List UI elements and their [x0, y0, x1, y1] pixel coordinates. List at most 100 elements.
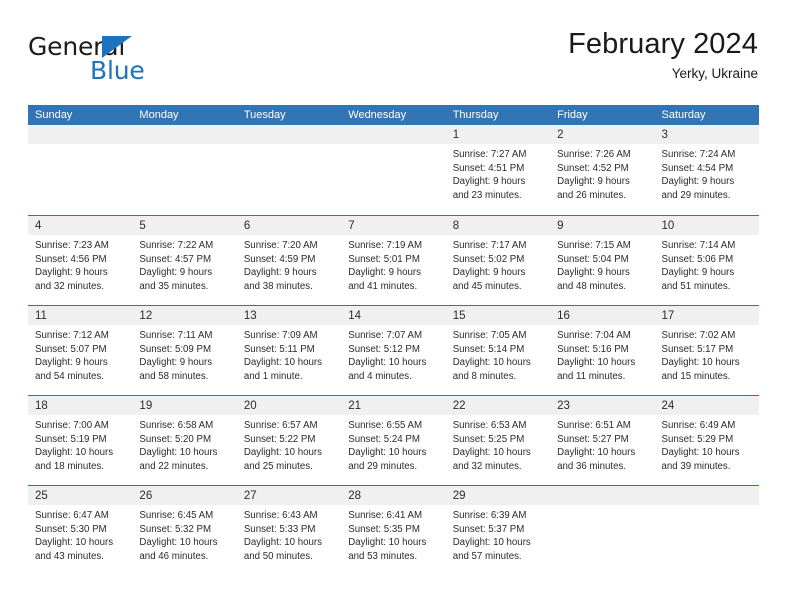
sunrise-text: Sunrise: 6:49 AM: [661, 420, 736, 431]
sunrise-text: Sunrise: 7:07 AM: [348, 330, 423, 341]
day-cell[interactable]: 13 Sunrise: 7:09 AM Sunset: 5:11 PM Dayligh…: [236, 306, 342, 395]
day-number-band: 5: [132, 216, 237, 235]
day-cell[interactable]: 21 Sunrise: 6:55 AM Sunset: 5:24 PM Dayligh…: [341, 396, 446, 485]
day-cell[interactable]: 10 Sunrise: 7:14 AM Sunset: 5:06 PM Dayligh…: [654, 216, 759, 305]
day-cell[interactable]: 2 Sunrise: 7:26 AM Sunset: 4:52 PM Daylight…: [550, 125, 655, 215]
day-cell[interactable]: 25 Sunrise: 6:47 AM Sunset: 5:30 PM Dayligh…: [28, 486, 133, 575]
day-cell[interactable]: 28 Sunrise: 6:41 AM Sunset: 5:35 PM Dayligh…: [341, 486, 446, 575]
day-cell[interactable]: 20 Sunrise: 6:57 AM Sunset: 5:22 PM Dayligh…: [236, 396, 342, 485]
daylight-text-line2: and 50 minutes.: [243, 550, 313, 562]
day-cell[interactable]: 7 Sunrise: 7:19 AM Sunset: 5:01 PM Daylight…: [341, 216, 446, 305]
sunset-text: Sunset: 4:51 PM: [452, 162, 525, 174]
day-cell[interactable]: 24 Sunrise: 6:49 AM Sunset: 5:29 PM Dayligh…: [654, 396, 759, 485]
day-number: 15: [452, 310, 466, 322]
daylight-text-line1: Daylight: 10 hours: [348, 537, 427, 549]
sunset-text: Sunset: 5:24 PM: [348, 433, 420, 445]
daylight-text-line2: and 38 minutes.: [243, 280, 313, 292]
sunrise-text: Sunrise: 6:53 AM: [452, 420, 527, 431]
day-number-band: [341, 125, 446, 144]
day-cell[interactable]: 27 Sunrise: 6:43 AM Sunset: 5:33 PM Dayligh…: [236, 486, 342, 575]
day-number-band: 15: [445, 306, 551, 325]
sunrise-text: Sunrise: 7:00 AM: [35, 420, 109, 431]
sunrise-text: Sunrise: 6:51 AM: [557, 420, 631, 431]
day-cell[interactable]: 9 Sunrise: 7:15 AM Sunset: 5:04 PM Daylight…: [550, 216, 655, 305]
day-number-band: 17: [654, 306, 759, 325]
sunset-text: Sunset: 5:12 PM: [348, 343, 420, 355]
sunrise-text: Sunrise: 6:58 AM: [139, 420, 214, 431]
day-cell[interactable]: 1 Sunrise: 7:27 AM Sunset: 4:51 PM Daylight…: [445, 125, 551, 215]
daylight-text-line2: and 32 minutes.: [452, 460, 522, 472]
day-details: Sunrise: 6:47 AM Sunset: 5:30 PM Daylight:…: [28, 505, 132, 563]
day-cell[interactable]: 18 Sunrise: 7:00 AM Sunset: 5:19 PM Dayligh…: [28, 396, 133, 485]
day-details: Sunrise: 7:09 AM Sunset: 5:11 PM Daylight:…: [237, 325, 341, 383]
day-number: 24: [661, 400, 675, 412]
daylight-text-line1: Daylight: 9 hours: [139, 357, 213, 369]
daylight-text-line2: and 22 minutes.: [139, 460, 209, 472]
day-cell[interactable]: 15 Sunrise: 7:05 AM Sunset: 5:14 PM Dayligh…: [445, 306, 551, 395]
page-title: February 2024: [568, 28, 758, 60]
day-cell[interactable]: 8 Sunrise: 7:17 AM Sunset: 5:02 PM Daylight…: [445, 216, 551, 305]
daylight-text-line1: Daylight: 10 hours: [348, 447, 427, 459]
day-cell[interactable]: 14 Sunrise: 7:07 AM Sunset: 5:12 PM Dayligh…: [341, 306, 446, 395]
sunset-text: Sunset: 5:01 PM: [348, 253, 420, 265]
day-cell[interactable]: 12 Sunrise: 7:11 AM Sunset: 5:09 PM Dayligh…: [132, 306, 237, 395]
daylight-text-line1: Daylight: 10 hours: [243, 537, 322, 549]
day-number: 22: [452, 400, 466, 412]
sunset-text: Sunset: 5:32 PM: [139, 523, 212, 535]
daylight-text-line1: Daylight: 10 hours: [661, 447, 740, 459]
day-cell[interactable]: 6 Sunrise: 7:20 AM Sunset: 4:59 PM Daylight…: [236, 216, 342, 305]
day-details: Sunrise: 6:43 AM Sunset: 5:33 PM Daylight:…: [237, 505, 341, 563]
daylight-text-line2: and 36 minutes.: [557, 460, 627, 472]
day-cell[interactable]: 5 Sunrise: 7:22 AM Sunset: 4:57 PM Daylight…: [132, 216, 237, 305]
daylight-text-line2: and 48 minutes.: [557, 280, 627, 292]
weeks-container: 1 Sunrise: 7:27 AM Sunset: 4:51 PM Daylight…: [28, 125, 759, 575]
day-number-band: [654, 486, 759, 505]
sunset-text: Sunset: 5:09 PM: [139, 343, 212, 355]
sunrise-text: Sunrise: 7:12 AM: [35, 330, 109, 341]
day-details: Sunrise: 7:02 AM Sunset: 5:17 PM Daylight:…: [655, 325, 759, 383]
triangle-icon: [102, 36, 132, 58]
day-number: 19: [139, 400, 153, 412]
day-cell[interactable]: 22 Sunrise: 6:53 AM Sunset: 5:25 PM Dayligh…: [445, 396, 551, 485]
sunset-text: Sunset: 5:27 PM: [557, 433, 629, 445]
day-cell[interactable]: 29 Sunrise: 6:39 AM Sunset: 5:37 PM Dayligh…: [445, 486, 551, 575]
day-number: 21: [348, 400, 362, 412]
day-cell-empty: [654, 486, 759, 575]
day-cell[interactable]: 11 Sunrise: 7:12 AM Sunset: 5:07 PM Dayligh…: [28, 306, 133, 395]
day-cell[interactable]: 23 Sunrise: 6:51 AM Sunset: 5:27 PM Dayligh…: [550, 396, 655, 485]
day-cell[interactable]: 19 Sunrise: 6:58 AM Sunset: 5:20 PM Dayligh…: [132, 396, 237, 485]
day-details: Sunrise: 7:05 AM Sunset: 5:14 PM Daylight:…: [446, 325, 550, 383]
calendar-page: General Blue February 2024 Yerky, Ukrain…: [0, 0, 792, 612]
sunrise-text: Sunrise: 6:43 AM: [243, 510, 318, 521]
daylight-text-line2: and 46 minutes.: [139, 550, 209, 562]
title-block: February 2024 Yerky, Ukraine: [568, 28, 758, 83]
day-cell[interactable]: 16 Sunrise: 7:04 AM Sunset: 5:16 PM Dayligh…: [550, 306, 655, 395]
day-number-band: 28: [341, 486, 446, 505]
weekday-header-monday: Monday: [139, 109, 179, 121]
daylight-text-line2: and 51 minutes.: [661, 280, 731, 292]
calendar-grid: Sunday Monday Tuesday Wednesday Thursday…: [28, 105, 759, 575]
day-cell[interactable]: 3 Sunrise: 7:24 AM Sunset: 4:54 PM Daylight…: [654, 125, 759, 215]
day-number-band: 24: [654, 396, 759, 415]
daylight-text-line2: and 8 minutes.: [452, 370, 517, 382]
sunrise-text: Sunrise: 7:14 AM: [661, 240, 736, 251]
day-details: Sunrise: 7:11 AM Sunset: 5:09 PM Daylight:…: [132, 325, 236, 383]
day-number: 27: [243, 490, 257, 502]
day-number-band: 12: [132, 306, 237, 325]
sunrise-text: Sunrise: 7:17 AM: [452, 240, 527, 251]
day-number-band: 6: [236, 216, 342, 235]
day-number: 14: [348, 310, 362, 322]
day-number-band: 25: [28, 486, 133, 505]
day-cell[interactable]: 17 Sunrise: 7:02 AM Sunset: 5:17 PM Dayligh…: [654, 306, 759, 395]
day-details: Sunrise: 7:22 AM Sunset: 4:57 PM Daylight:…: [132, 235, 236, 293]
weekday-header-wednesday: Wednesday: [348, 109, 407, 121]
sunset-text: Sunset: 5:25 PM: [452, 433, 525, 445]
sunrise-text: Sunrise: 7:22 AM: [139, 240, 214, 251]
general-blue-logo[interactable]: General Blue: [28, 34, 268, 96]
sunset-text: Sunset: 5:06 PM: [661, 253, 734, 265]
week-row: 18 Sunrise: 7:00 AM Sunset: 5:19 PM Dayligh…: [28, 395, 759, 485]
day-cell[interactable]: 26 Sunrise: 6:45 AM Sunset: 5:32 PM Dayligh…: [132, 486, 237, 575]
day-cell[interactable]: 4 Sunrise: 7:23 AM Sunset: 4:56 PM Daylight…: [28, 216, 133, 305]
daylight-text-line2: and 45 minutes.: [452, 280, 522, 292]
weekday-header-saturday: Saturday: [661, 109, 706, 121]
